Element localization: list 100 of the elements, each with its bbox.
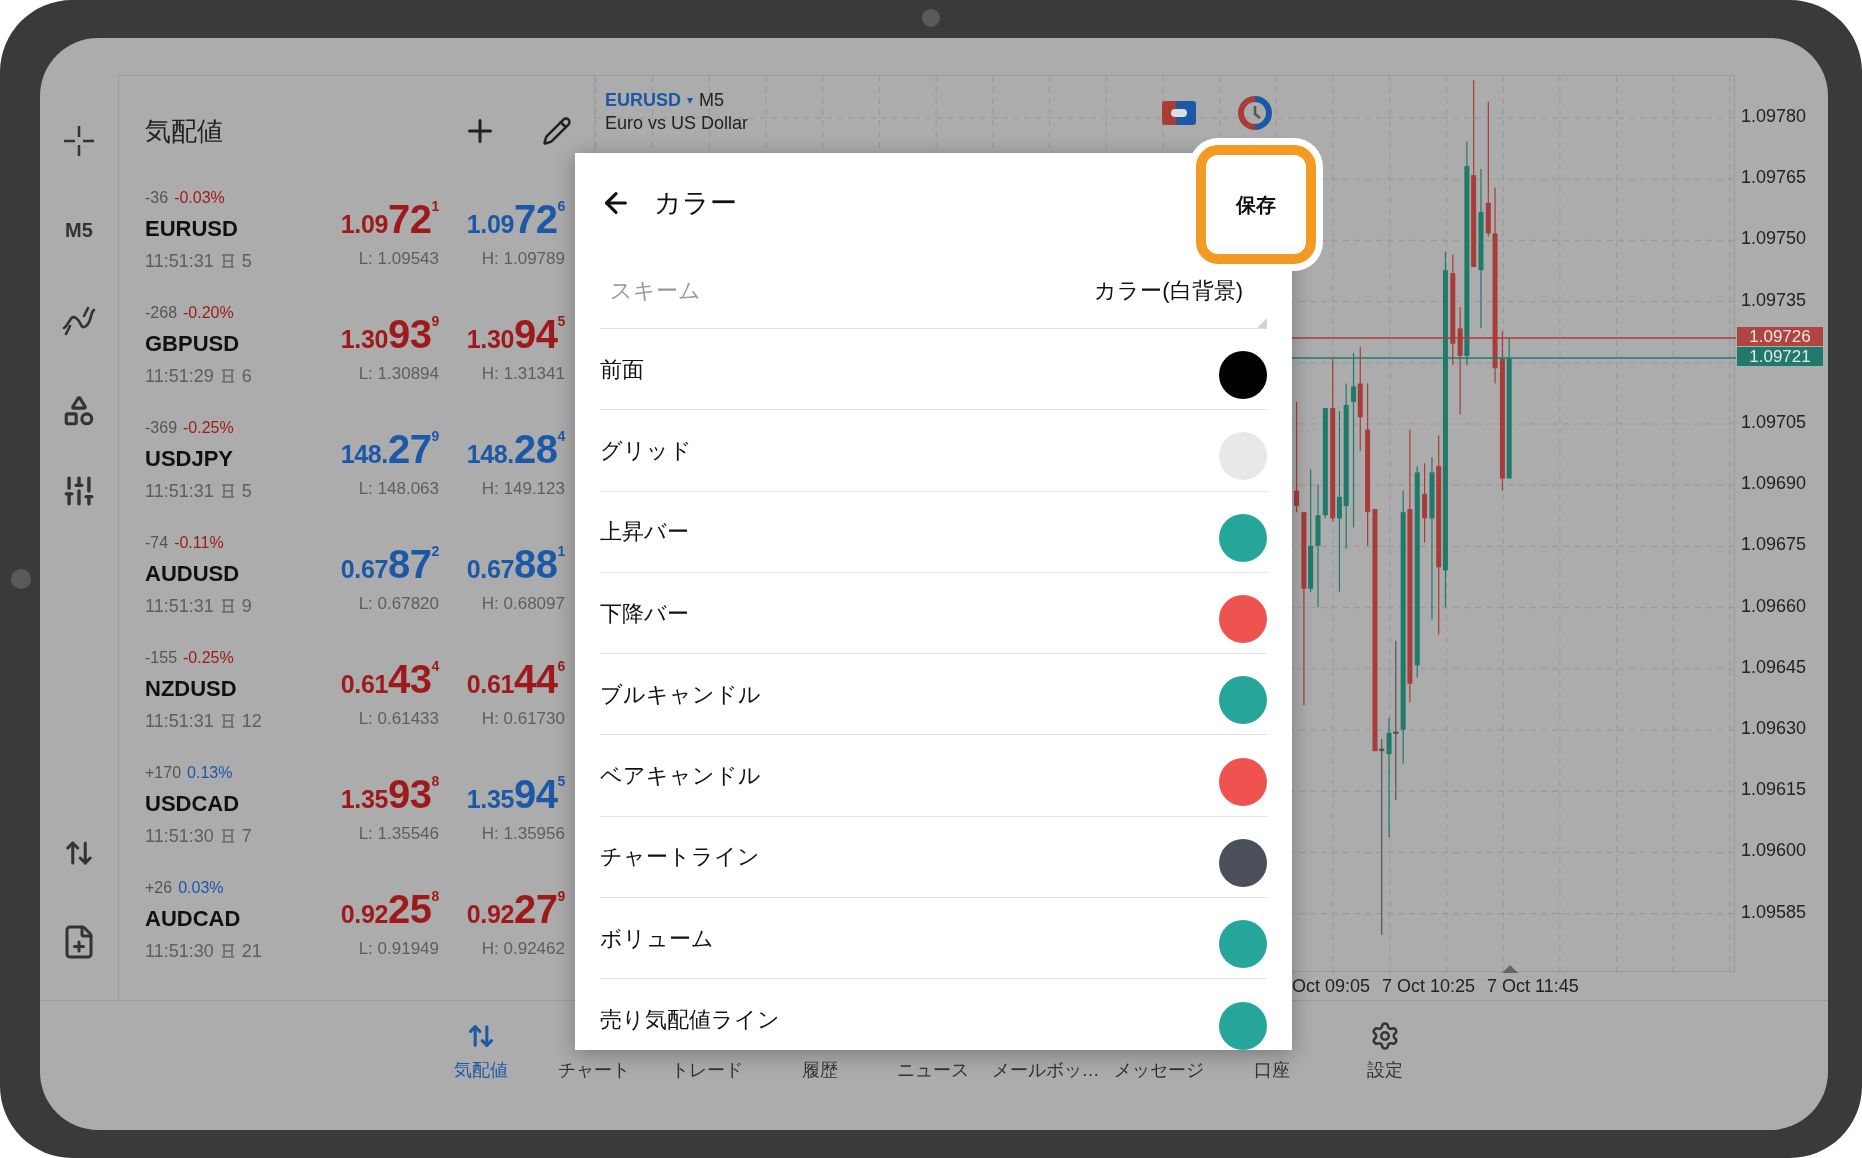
- symbol-name[interactable]: AUDUSD: [145, 555, 240, 591]
- low-price: L: 0.61433: [358, 708, 439, 730]
- high-price: H: 0.68097: [481, 593, 565, 615]
- color-swatch[interactable]: [1219, 513, 1267, 562]
- timeframe-button[interactable]: M5: [65, 215, 93, 245]
- chart-description: Euro vs US Dollar: [605, 111, 749, 134]
- spread-icon: [219, 253, 236, 269]
- chart-timeframe: M5: [699, 89, 725, 112]
- spread-icon: [219, 828, 236, 844]
- high-price: H: 149.123: [481, 478, 565, 500]
- color-swatch[interactable]: [1219, 1001, 1267, 1050]
- nav-tab[interactable]: 設定: [1328, 1001, 1441, 1130]
- change-percent: -0.20%: [183, 303, 234, 323]
- quote-time: 11:51:30: [145, 939, 214, 963]
- edit-icon[interactable]: [542, 116, 572, 146]
- spread-value: 6: [241, 364, 252, 388]
- change-points: +26: [145, 878, 173, 898]
- price-label: 1.09765: [1741, 166, 1807, 190]
- spread-icon: [219, 483, 236, 499]
- price-label: 1.09600: [1741, 839, 1807, 863]
- arrows-up-down-icon[interactable]: [64, 838, 94, 868]
- color-swatch[interactable]: [1219, 757, 1267, 806]
- color-swatch[interactable]: [1219, 676, 1267, 725]
- color-swatch[interactable]: [1219, 920, 1267, 969]
- change-percent: 0.03%: [178, 878, 224, 898]
- symbol-name[interactable]: USDCAD: [145, 785, 240, 821]
- color-setting-label: ブルキャンドル: [600, 680, 761, 709]
- high-price: H: 0.61730: [481, 708, 565, 730]
- change-percent: -0.25%: [183, 648, 234, 668]
- spread-value: 12: [241, 709, 262, 733]
- low-price: L: 1.09543: [358, 248, 439, 270]
- color-setting-label: 前面: [600, 355, 644, 384]
- spread-value: 5: [241, 249, 252, 273]
- change-points: -74: [145, 533, 169, 553]
- bid-price-tag: 1.09726: [1737, 327, 1823, 346]
- nav-tab[interactable]: メールボッ…: [989, 1001, 1102, 1130]
- low-price: L: 148.063: [358, 478, 439, 500]
- change-percent: -0.25%: [183, 418, 234, 438]
- settings-icon: [1369, 1021, 1400, 1051]
- color-swatch[interactable]: [1219, 838, 1267, 887]
- quote-time: 11:51:31: [145, 709, 214, 733]
- camera-lens: [922, 9, 940, 27]
- symbol-name[interactable]: USDJPY: [145, 440, 234, 476]
- price-label: 1.09780: [1741, 105, 1807, 129]
- spread-value: 9: [241, 594, 252, 618]
- color-setting-label: ボリューム: [600, 924, 714, 953]
- sliders-icon[interactable]: [62, 474, 96, 508]
- change-points: -369: [145, 418, 178, 438]
- panel-title: 気配値: [145, 114, 224, 148]
- dropdown-corner-icon: [1257, 318, 1267, 328]
- side-sensor: [11, 569, 31, 589]
- price-label: 1.09615: [1741, 778, 1807, 802]
- caret-icon[interactable]: ▾: [687, 92, 693, 108]
- quote-time: 11:51:31: [145, 249, 214, 273]
- spread-value: 21: [241, 939, 262, 963]
- spread-icon: [219, 943, 236, 959]
- price-label: 1.09750: [1741, 227, 1807, 251]
- ask-price-tag: 1.09721: [1737, 347, 1823, 366]
- time-label: Oct 09:05: [1292, 974, 1371, 998]
- dialog-title: カラー: [654, 186, 737, 220]
- low-price: L: 0.67820: [358, 593, 439, 615]
- low-price: L: 1.35546: [358, 823, 439, 845]
- color-setting-label: ベアキャンドル: [600, 762, 761, 791]
- price-label: 1.09645: [1741, 655, 1807, 679]
- crosshair-icon[interactable]: [62, 124, 96, 158]
- color-setting-label: チャートライン: [600, 843, 760, 872]
- chart-symbol[interactable]: EURUSD: [605, 89, 681, 112]
- nav-tab[interactable]: メッセージ: [1102, 1001, 1215, 1130]
- color-setting-label: 売り気配値ライン: [600, 1006, 780, 1034]
- nav-tab[interactable]: 口座: [1215, 1001, 1328, 1130]
- spread-icon: [219, 368, 236, 384]
- price-label: 1.09630: [1741, 716, 1807, 740]
- clock-icon[interactable]: [1238, 96, 1272, 130]
- color-swatch[interactable]: [1219, 351, 1267, 400]
- price-label: 1.09735: [1741, 288, 1807, 312]
- spread-value: 5: [241, 479, 252, 503]
- high-price: H: 1.31341: [481, 363, 565, 385]
- shapes-icon[interactable]: [62, 394, 96, 428]
- time-marker-icon[interactable]: [1502, 965, 1518, 973]
- symbol-name[interactable]: EURUSD: [145, 210, 238, 246]
- color-setting-label: 下降バー: [600, 599, 689, 628]
- high-price: H: 0.92462: [481, 938, 565, 960]
- price-label: 1.09660: [1741, 594, 1807, 618]
- nav-tab[interactable]: ニュース: [876, 1001, 989, 1130]
- split-rect-icon[interactable]: [1162, 101, 1196, 125]
- symbol-name[interactable]: GBPUSD: [145, 325, 240, 361]
- arrows-up-down-icon: [466, 1022, 495, 1050]
- high-price: H: 1.35956: [481, 823, 565, 845]
- symbol-name[interactable]: NZDUSD: [145, 670, 237, 706]
- color-setting-label: 上昇バー: [600, 518, 689, 547]
- field-label: スキーム: [610, 277, 701, 305]
- symbol-name[interactable]: AUDCAD: [145, 900, 241, 936]
- nav-tab[interactable]: 気配値: [424, 1001, 537, 1130]
- quote-time: 11:51:31: [145, 479, 214, 503]
- color-setting-label: グリッド: [600, 436, 692, 465]
- high-price: H: 1.09789: [481, 248, 565, 270]
- color-swatch[interactable]: [1219, 595, 1267, 644]
- quote-time: 11:51:30: [145, 824, 214, 848]
- indicator-icon[interactable]: [62, 306, 96, 336]
- price-label: 1.09705: [1741, 411, 1807, 435]
